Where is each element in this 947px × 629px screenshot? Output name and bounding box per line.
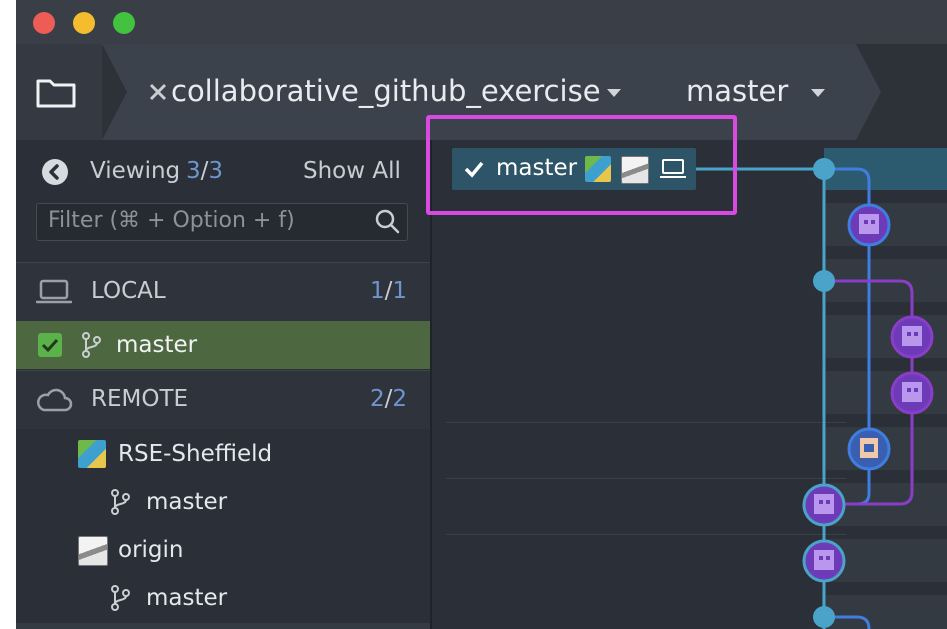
commit-avatar-purple (890, 371, 934, 415)
sidebar: Viewing 3/3 Show All Filter (⌘ + Option … (16, 140, 432, 629)
annotation-highlight-box (426, 115, 737, 215)
remote-rse-sheffield[interactable]: RSE-Sheffield (16, 430, 430, 478)
branch-dropdown-icon[interactable] (811, 89, 825, 97)
local-label: LOCAL (91, 278, 166, 304)
minimize-window-button[interactable] (73, 12, 95, 34)
remote-branch-master[interactable]: master (16, 574, 430, 622)
local-count: 1/1 (370, 278, 408, 304)
remote-count: 2/2 (370, 386, 408, 412)
repo-name: collaborative_github_exercise (171, 74, 601, 108)
commit-avatar-purple (802, 539, 846, 583)
photo-avatar (78, 536, 108, 566)
remote-branch-label: master (146, 489, 228, 515)
app-window: collaborative_github_exercise master Vie… (16, 0, 947, 629)
commit-avatar-purple (890, 315, 934, 359)
local-section-header[interactable]: LOCAL 1/1 (16, 262, 430, 321)
checkbox-checked[interactable] (38, 333, 62, 357)
lego-avatar (78, 440, 106, 468)
commit-dot (813, 606, 835, 628)
commit-avatar-purple (802, 483, 846, 527)
folder-icon (36, 79, 76, 108)
maximize-window-button[interactable] (113, 12, 135, 34)
remote-branch-master[interactable]: master (16, 478, 430, 526)
cloud-icon (37, 388, 73, 412)
laptop-icon (36, 279, 72, 304)
viewing-row: Viewing 3/3 Show All (16, 140, 430, 203)
divider (16, 623, 430, 629)
viewing-label: Viewing (90, 158, 181, 184)
close-window-button[interactable] (33, 12, 55, 34)
commit-avatar-orange (847, 427, 891, 471)
open-repo-button[interactable] (16, 44, 102, 140)
repo-dropdown-icon[interactable] (607, 89, 621, 97)
commit-dot (813, 158, 835, 180)
close-repo-icon[interactable] (148, 82, 168, 102)
remote-label: REMOTE (91, 386, 189, 412)
branch-icon (82, 332, 101, 358)
branch-icon (111, 585, 130, 611)
remote-name: RSE-Sheffield (118, 441, 273, 467)
viewing-count: 3/3 (186, 158, 224, 184)
local-branch-master[interactable]: master (16, 321, 430, 369)
check-icon (41, 338, 59, 353)
remote-origin[interactable]: origin (16, 526, 430, 574)
title-bar (16, 0, 947, 44)
collapse-sidebar-icon[interactable] (41, 158, 69, 186)
filter-input[interactable]: Filter (⌘ + Option + f) (36, 203, 408, 241)
filter-placeholder: Filter (⌘ + Option + f) (48, 208, 295, 233)
commit-avatar-purple (847, 203, 891, 247)
show-all-button[interactable]: Show All (303, 158, 401, 184)
commit-dot (813, 270, 835, 292)
branch-name: master (686, 74, 789, 108)
remote-section-header[interactable]: REMOTE 2/2 (16, 370, 430, 429)
local-branch-label: master (116, 332, 198, 358)
remote-branch-label: master (146, 585, 228, 611)
remote-name: origin (118, 537, 184, 563)
branch-icon (111, 489, 130, 515)
search-icon (375, 209, 400, 234)
